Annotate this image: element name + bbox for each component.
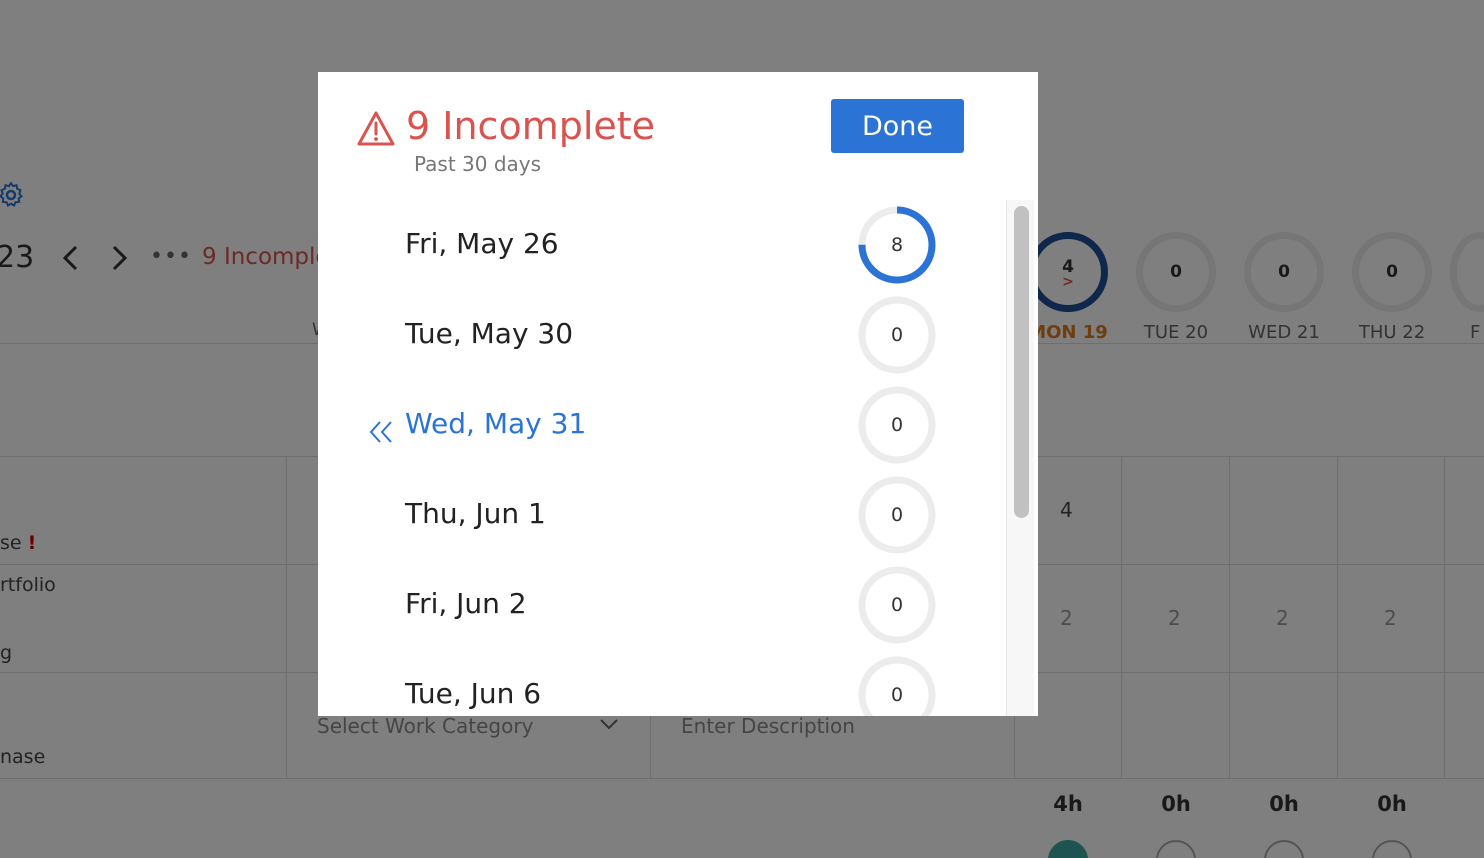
incomplete-day-list[interactable]: Fri, May 26 8 Tue, May 30 0 Wed, May 31 0 Thu,… [318,200,1006,716]
modal-title: 9 Incomplete [406,104,656,148]
day-row-label: Thu, Jun 1 [405,497,546,530]
day-row[interactable]: Tue, Jun 6 0 [318,650,1006,716]
day-row[interactable]: Fri, Jun 2 0 [318,560,1006,650]
day-incomplete-count: 0 [890,594,904,616]
day-row-label: Fri, Jun 2 [405,587,527,620]
day-incomplete-count: 0 [890,414,904,436]
day-incomplete-count: 8 [890,234,904,256]
day-row-label: Wed, May 31 [405,407,587,440]
scrollbar-thumb[interactable] [1014,206,1029,518]
day-row[interactable]: Wed, May 31 0 [318,380,1006,470]
day-incomplete-count: 0 [890,684,904,706]
day-row-label: Fri, May 26 [405,227,559,260]
incomplete-days-modal: 9 Incomplete Past 30 days Done Fri, May … [318,72,1038,716]
day-row[interactable]: Fri, May 26 8 [318,200,1006,290]
day-row-label: Tue, May 30 [405,317,574,350]
modal-subtitle: Past 30 days [414,152,542,176]
day-incomplete-count: 0 [890,324,904,346]
day-incomplete-count: 0 [890,504,904,526]
day-row[interactable]: Tue, May 30 0 [318,290,1006,380]
day-row-label: Tue, Jun 6 [405,677,542,710]
day-row[interactable]: Thu, Jun 1 0 [318,470,1006,560]
double-chevron-left-icon [369,421,392,443]
done-button[interactable]: Done [831,99,964,153]
warning-icon [357,111,395,146]
